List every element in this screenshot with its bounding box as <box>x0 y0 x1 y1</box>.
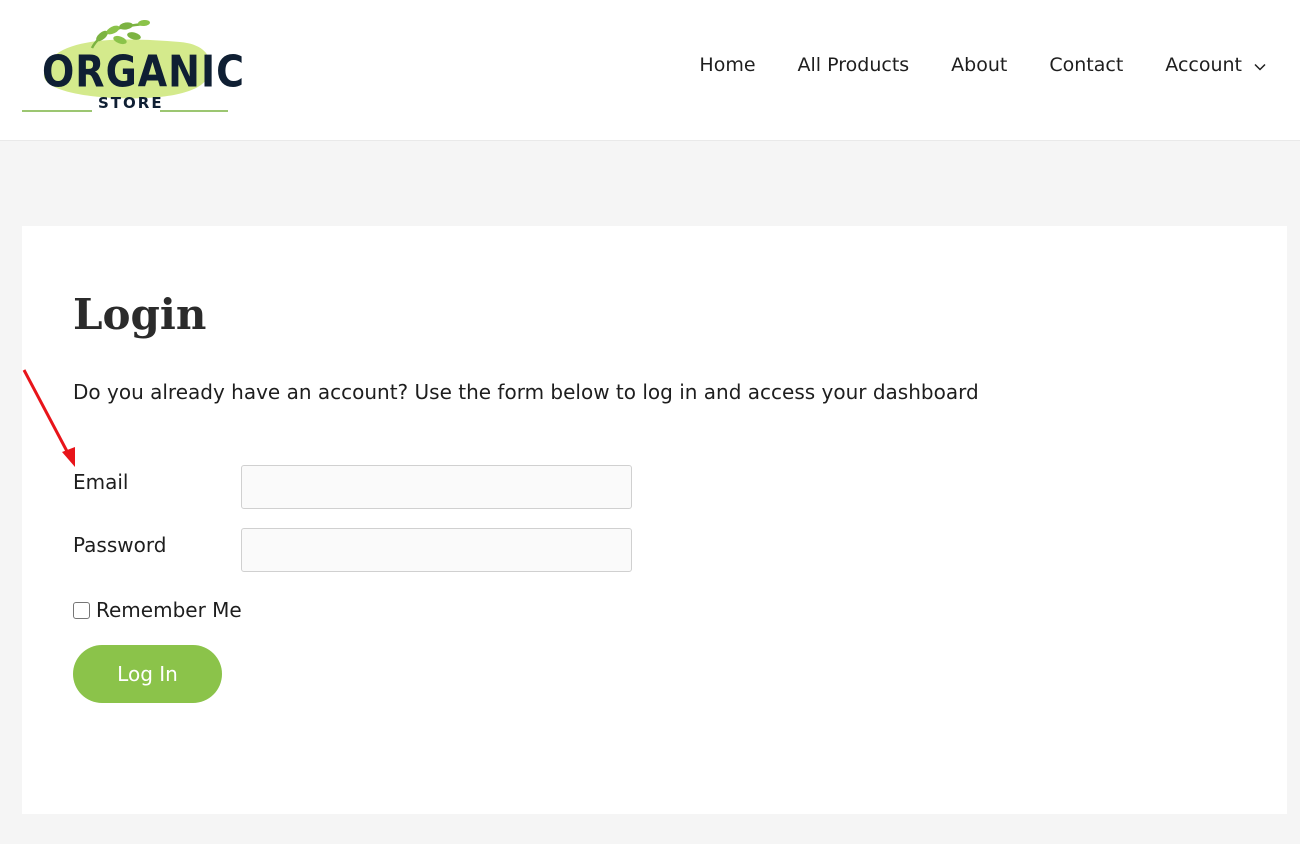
nav-item-all-products[interactable]: All Products <box>798 54 910 76</box>
nav-item-home[interactable]: Home <box>699 54 755 76</box>
email-field[interactable] <box>241 465 632 509</box>
nav-item-label: About <box>951 54 1008 76</box>
logo-title: ORGANIC <box>42 46 245 97</box>
nav-item-label: All Products <box>797 54 910 76</box>
email-label: Email <box>73 470 129 494</box>
nav-item-contact[interactable]: Contact <box>1049 54 1123 76</box>
site-logo[interactable]: ORGANIC STORE <box>20 18 244 118</box>
nav-item-label: Home <box>699 54 756 76</box>
site-header: ORGANIC STORE Home All Products About Co… <box>0 0 1300 141</box>
intro-text: Do you already have an account? Use the … <box>73 380 979 404</box>
nav-item-label: Account <box>1165 54 1242 76</box>
nav-item-account[interactable]: Account <box>1165 54 1266 76</box>
nav-item-about[interactable]: About <box>951 54 1007 76</box>
remember-me-label: Remember Me <box>96 598 242 622</box>
logo-subtitle: STORE <box>98 94 164 112</box>
remember-me-row: Remember Me <box>73 598 242 622</box>
nav-item-label: Contact <box>1049 54 1124 76</box>
password-field[interactable] <box>241 528 632 572</box>
remember-me-checkbox[interactable] <box>73 601 90 619</box>
login-card: Login Do you already have an account? Us… <box>22 226 1287 814</box>
chevron-down-icon[interactable] <box>1254 54 1266 76</box>
page-title: Login <box>73 290 207 339</box>
log-in-button[interactable]: Log In <box>73 645 222 703</box>
password-label: Password <box>73 533 167 557</box>
main-navigation: Home All Products About Contact Account <box>657 54 1266 76</box>
